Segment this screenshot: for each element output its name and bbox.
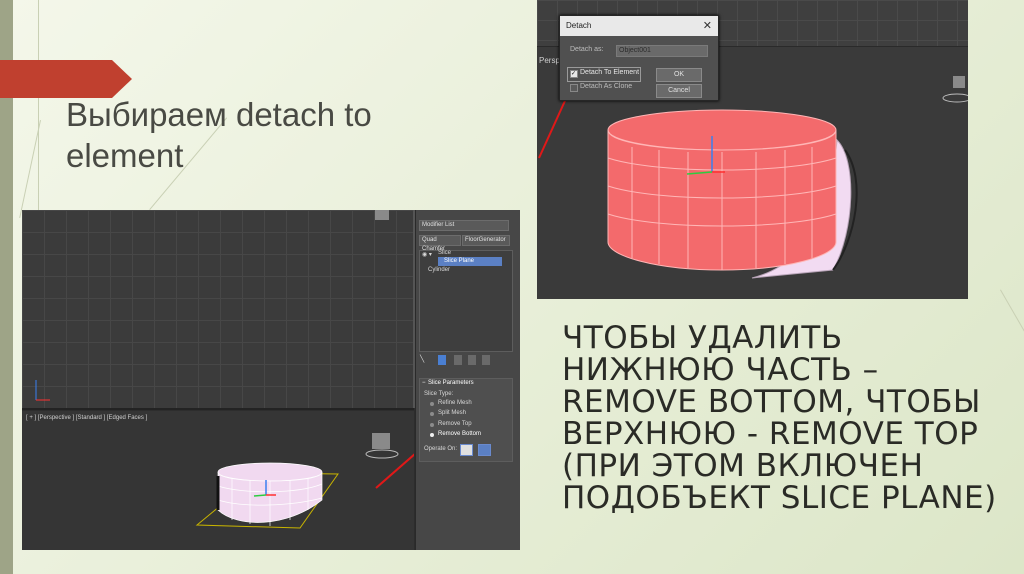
section-title[interactable]: Slice Parameters xyxy=(428,380,474,386)
decorative-line xyxy=(1000,289,1024,516)
detach-as-clone-checkbox[interactable] xyxy=(570,84,578,92)
dialog-title: Detach xyxy=(566,21,592,30)
command-panel: Modifier List Quad Chamfer FloorGenerato… xyxy=(415,210,520,550)
remove-bottom-radio[interactable] xyxy=(430,433,434,437)
operate-on-element-button[interactable] xyxy=(478,444,491,456)
detach-dialog: Detach ✕ Detach as: Object001 ✓ Detach T… xyxy=(559,15,719,101)
remove-top-label: Remove Top xyxy=(438,421,472,427)
stack-item-cylinder[interactable]: Cylinder xyxy=(428,267,450,273)
detach-as-field[interactable]: Object001 xyxy=(616,45,708,57)
minus-icon[interactable]: − xyxy=(422,380,426,386)
stack-item-slice-plane[interactable]: Slice Plane xyxy=(444,258,474,264)
remove-top-radio[interactable] xyxy=(430,423,434,427)
show-end-result-icon[interactable] xyxy=(438,355,446,365)
cancel-button[interactable]: Cancel xyxy=(656,84,702,98)
make-unique-icon[interactable] xyxy=(454,355,462,365)
ok-button[interactable]: OK xyxy=(656,68,702,82)
detach-to-element-label: Detach To Element xyxy=(580,69,640,76)
slice-type-label: Slice Type: xyxy=(424,391,454,397)
operate-on-face-button[interactable] xyxy=(460,444,473,456)
floorgenerator-button[interactable]: FloorGenerator xyxy=(462,235,510,246)
slide-title: Выбираем detach to element xyxy=(66,96,372,174)
dialog-titlebar: Detach ✕ xyxy=(560,16,718,36)
remove-bottom-label: Remove Bottom xyxy=(438,431,482,437)
viewport-3d-scene xyxy=(35,210,414,529)
configure-icon[interactable] xyxy=(482,355,490,365)
modifier-list-dropdown[interactable]: Modifier List xyxy=(419,220,509,231)
refine-mesh-radio[interactable] xyxy=(430,402,434,406)
refine-mesh-label: Refine Mesh xyxy=(438,400,472,406)
detach-as-clone-label: Detach As Clone xyxy=(580,83,633,90)
split-mesh-radio[interactable] xyxy=(430,412,434,416)
slide-caption: ЧТОБЫ УДАЛИТЬ НИЖНЮЮ ЧАСТЬ – REMOVE BOTT… xyxy=(562,320,997,516)
detach-as-label: Detach as: xyxy=(570,46,604,53)
decorative-line xyxy=(38,0,39,210)
title-ribbon xyxy=(0,60,132,98)
eye-icon[interactable]: ◉ ▾ xyxy=(422,251,432,258)
detach-screenshot: Perspe Detach ✕ Detach as: Object001 ✓ D… xyxy=(537,0,968,299)
stack-item-slice[interactable]: Slice xyxy=(438,250,451,256)
quad-chamfer-button[interactable]: Quad Chamfer xyxy=(419,235,461,252)
detach-to-element-checkbox[interactable]: ✓ xyxy=(570,70,578,78)
remove-modifier-icon[interactable] xyxy=(468,355,476,365)
slice-screenshot: [ + ] [Perspective ] [Standard ] [Edged … xyxy=(22,210,520,550)
close-icon[interactable]: ✕ xyxy=(703,19,712,32)
pin-icon[interactable]: ╲ xyxy=(420,355,428,365)
split-mesh-label: Split Mesh xyxy=(438,410,467,416)
operate-on-label: Operate On: xyxy=(424,446,458,452)
